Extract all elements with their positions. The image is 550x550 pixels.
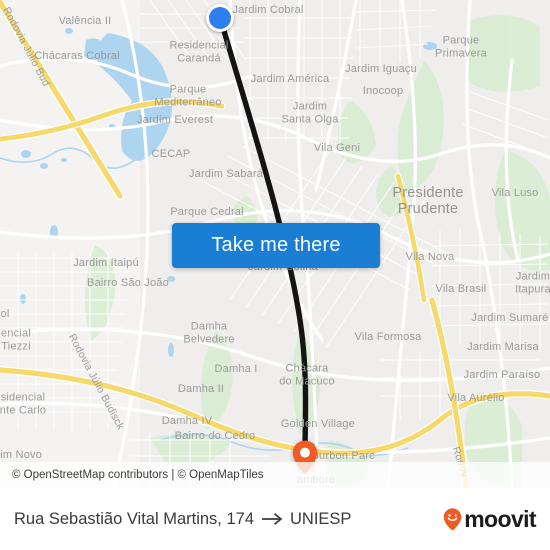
moovit-trip-preview: Valência II Jardim Cobral Chácaras Cobral R… (0, 0, 550, 550)
moovit-pin-icon (443, 508, 462, 530)
arrow-right-icon (262, 513, 283, 525)
map-canvas[interactable]: Valência II Jardim Cobral Chácaras Cobral R… (0, 0, 550, 488)
moovit-wordmark: moovit (464, 506, 536, 532)
current-location-dot[interactable] (206, 4, 234, 32)
trip-footer: Rua Sebastião Vital Martins, 174 UNIESP … (0, 488, 550, 550)
current-location-dot-inner (209, 7, 231, 29)
moovit-logo[interactable]: moovit (443, 506, 537, 532)
map-attribution: © OpenStreetMap contributors | © OpenMap… (0, 462, 550, 488)
attribution-text: © OpenStreetMap contributors | © OpenMap… (12, 469, 264, 481)
trip-origin: Rua Sebastião Vital Martins, 174 (14, 509, 254, 528)
trip-summary: Rua Sebastião Vital Martins, 174 UNIESP (14, 510, 443, 529)
trip-destination: UNIESP (290, 509, 352, 528)
take-me-there-label: Take me there (211, 234, 341, 256)
take-me-there-button[interactable]: Take me there (172, 223, 380, 268)
